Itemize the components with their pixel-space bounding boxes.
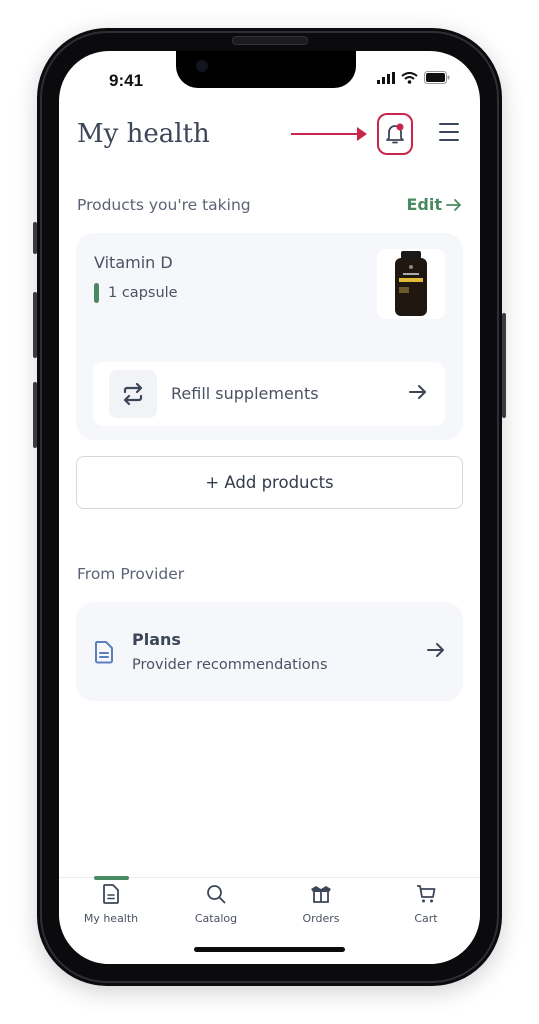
arrow-right-icon	[409, 385, 426, 399]
annotation-arrow	[291, 127, 367, 141]
notifications-button[interactable]	[377, 113, 413, 155]
mute-switch	[33, 222, 37, 254]
home-indicator[interactable]	[194, 947, 345, 952]
tab-label: Cart	[414, 912, 438, 925]
tab-label: My health	[83, 912, 139, 925]
tab-my-health[interactable]: My health	[71, 884, 151, 925]
refill-supplements-button[interactable]: Refill supplements	[93, 362, 445, 426]
wifi-icon	[401, 71, 418, 84]
add-products-button[interactable]: + Add products	[76, 456, 463, 509]
product-card[interactable]: Vitamin D 1 capsule Refill supplements	[76, 233, 463, 440]
tab-label: Orders	[302, 912, 340, 925]
refill-icon-box	[109, 370, 157, 418]
active-tab-indicator	[94, 876, 129, 880]
status-icons	[377, 71, 450, 84]
menu-line	[439, 139, 459, 141]
refill-label: Refill supplements	[171, 384, 319, 403]
supplement-bottle-icon	[395, 251, 427, 316]
page-title: My health	[77, 119, 210, 149]
speaker-grille	[232, 36, 308, 45]
front-camera	[196, 60, 208, 72]
dose-label: 1 capsule	[108, 285, 178, 301]
status-time: 9:41	[109, 71, 144, 90]
menu-line	[439, 123, 459, 125]
battery-icon	[424, 71, 450, 84]
menu-button[interactable]	[439, 123, 459, 141]
edit-label: Edit	[406, 195, 442, 214]
repeat-icon	[123, 383, 143, 405]
plans-title: Plans	[132, 630, 181, 649]
cart-icon	[417, 885, 436, 903]
tab-cart[interactable]: Cart	[386, 884, 466, 925]
capsule-indicator	[94, 283, 99, 303]
document-icon	[95, 641, 113, 664]
plans-subtitle: Provider recommendations	[132, 657, 328, 673]
power-button	[502, 313, 506, 418]
add-products-label: + Add products	[205, 473, 334, 492]
arrow-right-icon	[446, 198, 461, 211]
tab-orders[interactable]: Orders	[281, 884, 361, 925]
edit-link[interactable]: Edit	[406, 195, 462, 214]
search-icon	[207, 885, 226, 904]
signal-icon	[377, 71, 395, 84]
product-name: Vitamin D	[94, 253, 173, 272]
document-icon	[103, 884, 119, 904]
volume-up-button	[33, 292, 37, 358]
tab-label: Catalog	[194, 912, 238, 925]
plans-card[interactable]: Plans Provider recommendations	[76, 602, 463, 701]
tab-catalog[interactable]: Catalog	[176, 884, 256, 925]
provider-section-label: From Provider	[77, 565, 185, 583]
products-section-label: Products you're taking	[77, 196, 251, 214]
product-image	[377, 249, 445, 319]
volume-down-button	[33, 382, 37, 448]
product-dose: 1 capsule	[94, 283, 178, 303]
screen: 9:41 My health Products you're taking Ed…	[59, 51, 480, 964]
box-icon	[311, 886, 331, 903]
bell-icon	[386, 123, 404, 144]
arrow-right-icon	[427, 643, 444, 657]
menu-line	[439, 131, 459, 133]
